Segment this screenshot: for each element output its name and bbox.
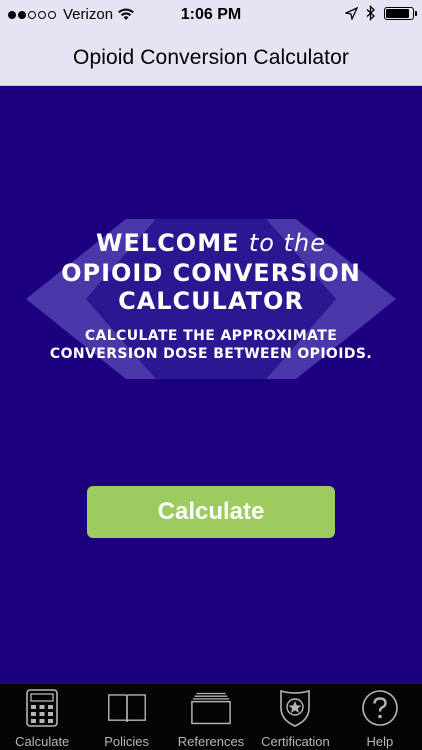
tab-certification[interactable]: Certification [253,684,337,750]
calculator-icon [26,689,59,727]
help-icon [362,690,398,726]
tab-references[interactable]: References [169,684,253,750]
status-bar: Verizon 1:06 PM [0,0,422,30]
tab-calculate-label: Calculate [15,734,70,749]
book-icon [107,694,146,722]
welcome-subtitle-line2: CONVERSION DOSE BETWEEN OPIOIDS. [49,346,373,362]
welcome-heading: WELCOME [96,229,240,257]
tab-help-label: Help [366,734,394,749]
calculate-button[interactable]: Calculate [87,486,335,538]
location-icon [345,6,358,20]
tab-policies[interactable]: Policies [84,684,168,750]
tab-help[interactable]: Help [338,684,422,750]
bluetooth-icon [366,5,375,21]
welcome-heading-suffix: to the [248,229,326,257]
tab-certification-label: Certification [261,734,330,749]
tab-references-label: References [177,734,245,749]
tab-policies-label: Policies [104,734,149,749]
tab-calculate[interactable]: Calculate [0,684,84,750]
welcome-subtitle-line1: CALCULATE THE APPROXIMATE [84,328,338,344]
badge-icon [280,689,311,727]
main-content: WELCOME to the OPIOID CONVERSION CALCULA… [0,86,422,684]
nav-bar: Opioid Conversion Calculator [0,30,422,86]
welcome-app-name-line1: OPIOID CONVERSION [61,259,361,287]
welcome-banner: WELCOME to the OPIOID CONVERSION CALCULA… [26,219,396,379]
battery-icon [384,6,417,20]
welcome-app-name-line2: CALCULATOR [118,287,304,315]
folder-stack-icon [191,692,231,725]
tab-bar: Calculate Policies References Certificat… [0,684,422,750]
page-title: Opioid Conversion Calculator [73,45,349,69]
